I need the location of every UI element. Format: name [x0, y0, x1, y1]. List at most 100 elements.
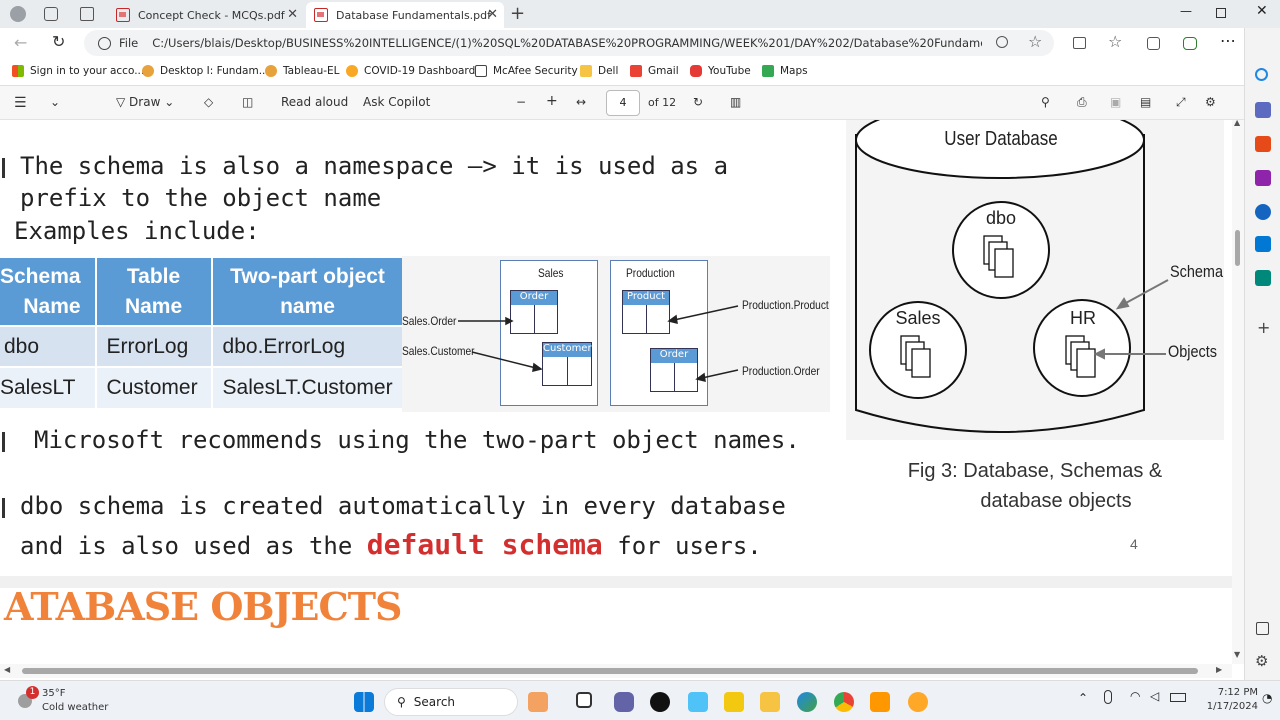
url-field[interactable]: File C:/Users/blais/Desktop/BUSINESS%20I…	[84, 30, 1054, 56]
page-view-icon[interactable]: ▥	[730, 95, 741, 109]
tray-chevron-icon[interactable]: ⌃	[1078, 691, 1088, 705]
table-row: dbo ErrorLog dbo.ErrorLog	[0, 325, 405, 367]
vertical-scrollbar[interactable]: ▲ ▼	[1232, 118, 1244, 664]
fit-page-icon[interactable]: ↔	[576, 95, 586, 109]
search-icon: ⚲	[397, 695, 406, 709]
tab-database-fundamentals[interactable]: Database Fundamentals.pdf ✕	[306, 2, 504, 28]
clock-date[interactable]: 1/17/2024	[1198, 701, 1258, 712]
widgets-icon[interactable]	[528, 692, 548, 712]
pdf-icon	[116, 8, 130, 22]
rotate-icon[interactable]: ↻	[693, 95, 703, 109]
bookmark-item[interactable]: Maps	[762, 65, 808, 77]
zoom-in-button[interactable]: +	[546, 93, 558, 109]
bookmark-item[interactable]: YouTube	[690, 65, 751, 77]
tools-icon[interactable]	[1255, 136, 1271, 152]
app-icon[interactable]	[870, 692, 890, 712]
edge-sidebar: + ⚙	[1244, 28, 1280, 684]
collections-icon[interactable]	[1147, 37, 1160, 50]
close-icon[interactable]: ✕	[287, 7, 298, 22]
minimize-button[interactable]: —	[1180, 4, 1192, 18]
schema-annotation: Schema	[1170, 262, 1224, 281]
outlook-icon[interactable]	[1255, 236, 1271, 252]
bookmark-item[interactable]: Desktop I: Fundam...	[142, 65, 269, 77]
add-icon[interactable]: +	[1257, 318, 1270, 337]
search-icon[interactable]: ⚲	[1041, 95, 1050, 109]
microphone-icon[interactable]	[1104, 690, 1112, 704]
print-icon[interactable]: ⎙	[1077, 95, 1087, 110]
favorites-icon[interactable]: ☆	[1108, 32, 1122, 51]
battery-icon[interactable]	[1170, 693, 1186, 702]
teams-icon[interactable]	[614, 692, 634, 712]
save-icon[interactable]: ▣	[1110, 95, 1121, 109]
close-icon[interactable]: ✕	[487, 7, 498, 22]
app-icon[interactable]	[908, 692, 928, 712]
bookmark-item[interactable]: Gmail	[630, 65, 679, 77]
sidebar-toggle-icon[interactable]	[1256, 622, 1269, 635]
split-screen-icon[interactable]	[1073, 37, 1086, 49]
bookmark-item[interactable]: Tableau-EL	[265, 65, 340, 77]
read-aloud-button[interactable]: Read aloud	[281, 95, 348, 109]
refresh-button[interactable]: ↻	[52, 32, 65, 51]
slide-text-line: dbo schema is created automatically in e…	[20, 492, 786, 520]
tab-actions-icon[interactable]	[80, 7, 94, 21]
edge-icon[interactable]	[797, 692, 817, 712]
bookmark-item[interactable]: McAfee Security	[475, 65, 578, 77]
bookmark-item[interactable]: Sign in to your acco...	[12, 65, 144, 77]
send-icon[interactable]	[1255, 270, 1271, 286]
scroll-thumb[interactable]	[1235, 230, 1240, 266]
games-icon[interactable]	[1255, 170, 1271, 186]
pdf-toolbar: ☰ ⌄ ▽ Draw ⌄ ◇ ◫ Read aloud Ask Copilot …	[0, 86, 1244, 120]
fullscreen-icon[interactable]: ⤢	[1176, 95, 1186, 110]
office-icon[interactable]	[1255, 204, 1271, 220]
notifications-icon[interactable]: ◔	[1262, 691, 1272, 705]
maximize-button[interactable]	[1216, 8, 1226, 18]
shopping-icon[interactable]	[1255, 102, 1271, 118]
weather-widget[interactable]: 1 35°F Cold weather	[18, 686, 128, 716]
highlight-icon[interactable]: ⌄	[50, 95, 60, 109]
profile-icon[interactable]	[10, 6, 26, 22]
wifi-icon[interactable]: ◠	[1130, 689, 1140, 703]
more-menu-icon[interactable]: ⋯	[1220, 31, 1236, 50]
workspaces-icon[interactable]	[44, 7, 58, 21]
favorite-star-icon[interactable]: ☆	[1028, 32, 1042, 51]
bookmark-item[interactable]: Dell	[580, 65, 618, 77]
new-tab-button[interactable]: +	[510, 3, 525, 24]
table-cell: Customer	[95, 366, 213, 408]
start-icon[interactable]	[354, 692, 374, 712]
scroll-thumb[interactable]	[22, 668, 1198, 674]
horizontal-scrollbar[interactable]: ◀ ▶	[0, 664, 1232, 678]
bullet	[2, 498, 5, 518]
draw-button[interactable]: ▽ Draw ⌄	[116, 95, 174, 109]
close-window-button[interactable]: ✕	[1256, 3, 1268, 19]
search-icon[interactable]	[1255, 68, 1268, 81]
page-number-input[interactable]: 4	[606, 90, 640, 116]
powerbi-icon[interactable]	[724, 692, 744, 712]
file-explorer-icon[interactable]	[760, 692, 780, 712]
extensions-icon[interactable]	[1183, 37, 1197, 50]
back-button[interactable]: ←	[14, 33, 27, 52]
volume-icon[interactable]: ◁	[1150, 689, 1159, 703]
contents-icon[interactable]: ☰	[14, 95, 27, 111]
save-as-icon[interactable]: ▤	[1140, 95, 1151, 109]
bookmark-item[interactable]: COVID-19 Dashboard	[346, 65, 475, 77]
temperature: 35°F	[42, 688, 66, 699]
ask-copilot-button[interactable]: Ask Copilot	[363, 95, 430, 109]
taskbar: 1 35°F Cold weather ⚲ Search ⌃ ◠ ◁ 7:12 P…	[0, 680, 1280, 720]
text-icon[interactable]: ◫	[242, 95, 253, 109]
settings-gear-icon[interactable]: ⚙	[1255, 652, 1268, 670]
chrome-icon[interactable]	[834, 692, 854, 712]
database-title: User Database	[944, 128, 1058, 150]
taskbar-search[interactable]: ⚲ Search	[384, 688, 518, 716]
settings-gear-icon[interactable]: ⚙	[1205, 95, 1216, 109]
tab-concept-check[interactable]: Concept Check - MCQs.pdf ✕	[108, 2, 304, 28]
eraser-icon[interactable]: ◇	[204, 95, 213, 109]
app-icon[interactable]	[650, 692, 670, 712]
zoom-icon[interactable]	[996, 36, 1008, 48]
zoom-out-button[interactable]: −	[516, 95, 526, 109]
app-icon[interactable]	[688, 692, 708, 712]
table-cell: ErrorLog	[95, 325, 213, 367]
notification-badge: 1	[26, 686, 39, 699]
clock-time[interactable]: 7:12 PM	[1204, 687, 1258, 698]
task-view-icon[interactable]	[576, 692, 592, 708]
objects-annotation: Objects	[1168, 342, 1217, 361]
